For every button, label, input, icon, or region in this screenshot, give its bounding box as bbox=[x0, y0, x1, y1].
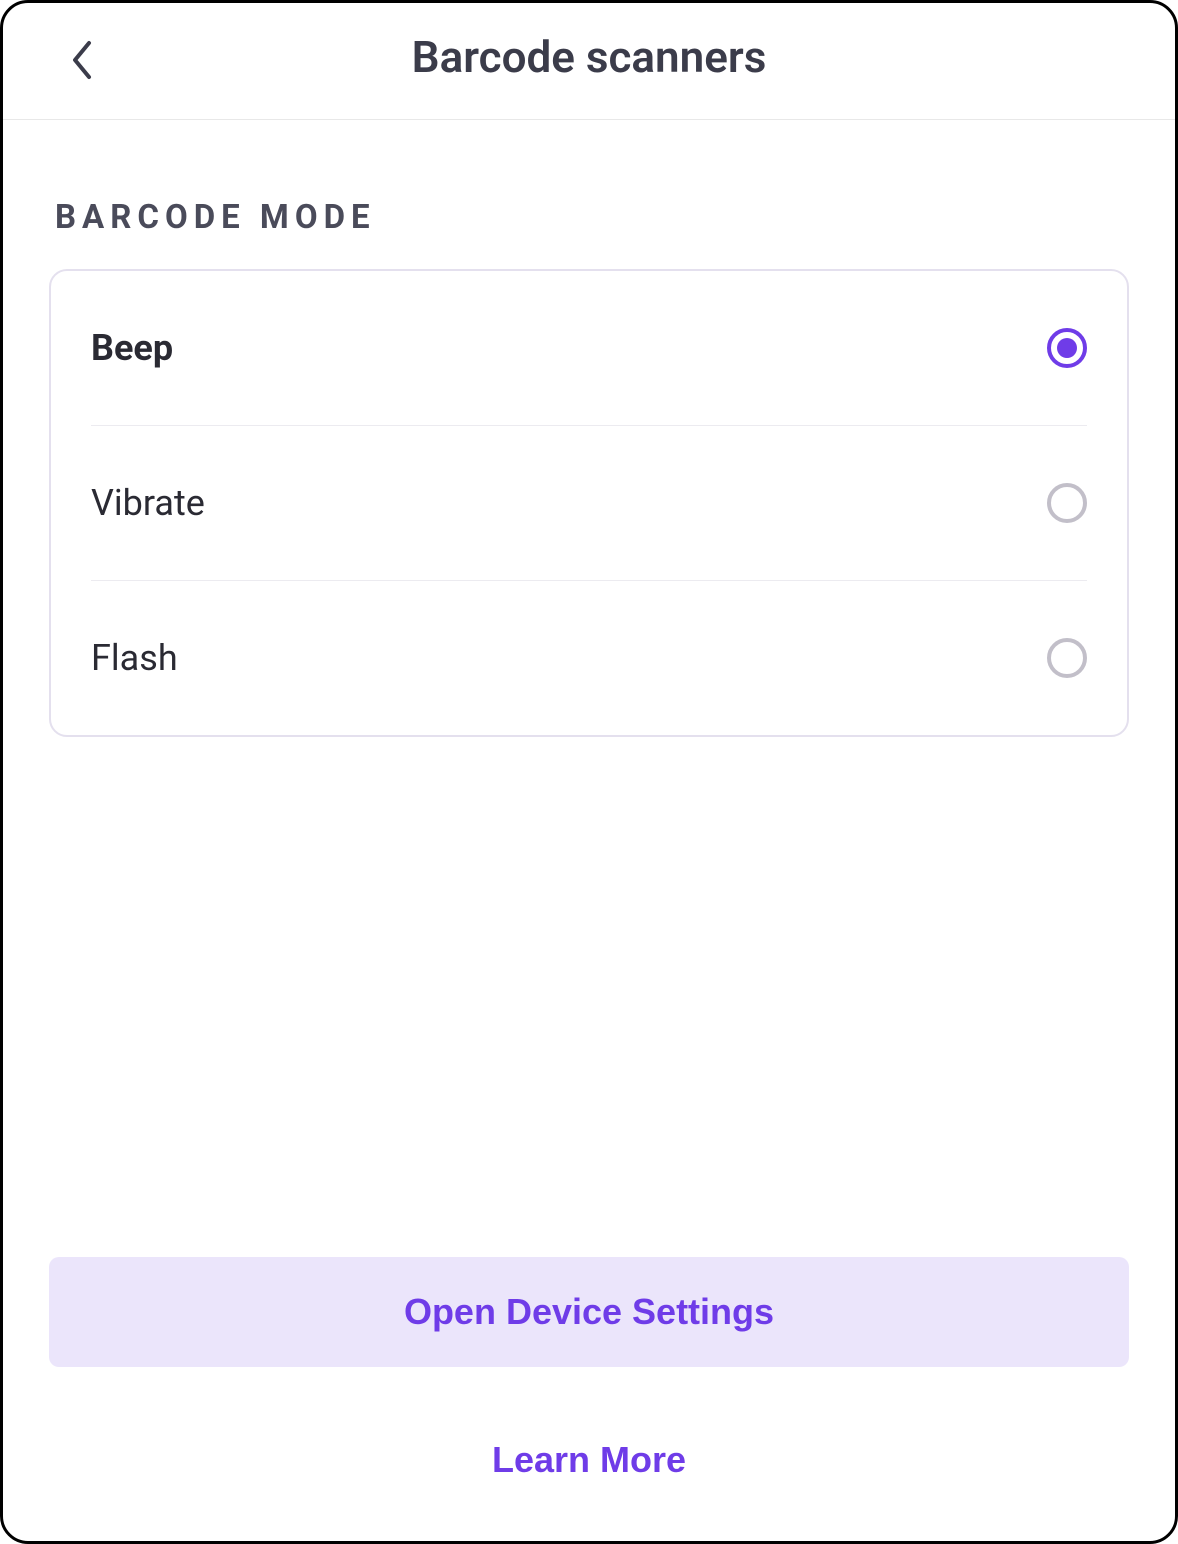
back-button[interactable] bbox=[57, 36, 105, 84]
option-flash[interactable]: Flash bbox=[91, 581, 1087, 735]
learn-more-link[interactable]: Learn More bbox=[492, 1439, 686, 1481]
option-label: Vibrate bbox=[91, 482, 205, 524]
chevron-left-icon bbox=[69, 39, 93, 81]
header: Barcode scanners bbox=[3, 3, 1175, 120]
radio-selected-icon bbox=[1047, 328, 1087, 368]
footer: Open Device Settings Learn More bbox=[3, 1257, 1175, 1541]
option-vibrate[interactable]: Vibrate bbox=[91, 426, 1087, 581]
content: BARCODE MODE Beep Vibrate Flash bbox=[3, 120, 1175, 1257]
screen-container: Barcode scanners BARCODE MODE Beep Vibra… bbox=[0, 0, 1178, 1544]
option-label: Flash bbox=[91, 637, 178, 679]
option-beep[interactable]: Beep bbox=[91, 271, 1087, 426]
radio-unselected-icon bbox=[1047, 638, 1087, 678]
section-label: BARCODE MODE bbox=[55, 198, 1129, 237]
open-device-settings-button[interactable]: Open Device Settings bbox=[49, 1257, 1129, 1367]
option-label: Beep bbox=[91, 327, 173, 369]
radio-unselected-icon bbox=[1047, 483, 1087, 523]
barcode-mode-options: Beep Vibrate Flash bbox=[49, 269, 1129, 737]
page-title: Barcode scanners bbox=[43, 31, 1135, 83]
